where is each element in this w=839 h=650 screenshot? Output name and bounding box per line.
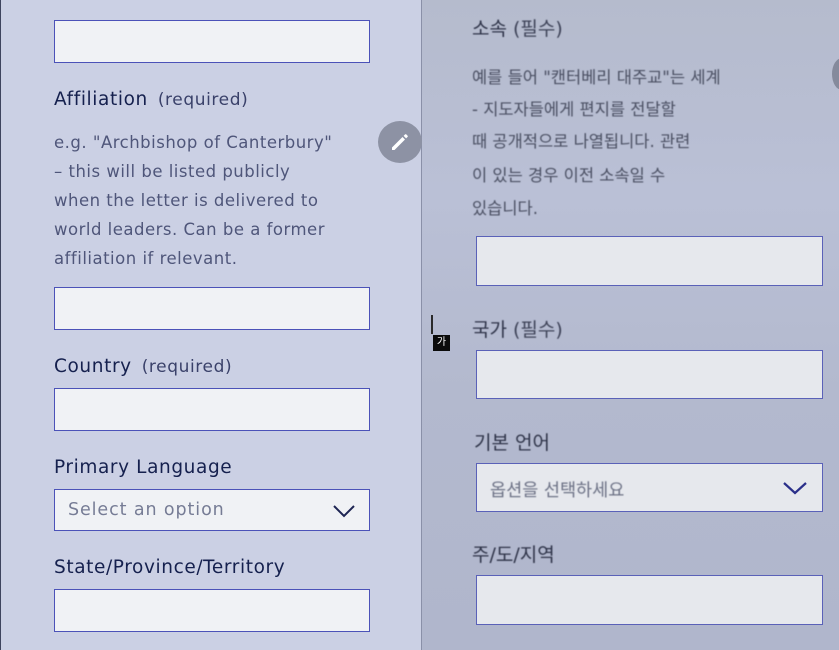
korean-help-line-3: 때 공개적으로 나열됩니다. 관련 xyxy=(472,132,691,151)
primary-language-select[interactable]: Select an option xyxy=(54,489,370,531)
edit-button[interactable] xyxy=(378,121,422,163)
primary-language-label: Primary Language xyxy=(54,457,233,478)
korean-affiliation-input[interactable] xyxy=(476,236,823,286)
korean-country-input[interactable] xyxy=(476,350,823,399)
country-required-tag: (required) xyxy=(141,357,233,377)
state-input[interactable] xyxy=(54,589,370,632)
korean-primary-language-select[interactable]: 옵션을 선택하세요 xyxy=(476,463,823,512)
affiliation-required-tag: (required) xyxy=(157,90,249,110)
country-label-text: Country xyxy=(54,356,132,377)
korean-form-pane: 소속 (필수) 예를 들어 "캔터베리 대주교"는 세계 - 지도자들에게 편지를… xyxy=(422,0,839,650)
affiliation-help-line-4: world leaders. Can be a former xyxy=(54,220,325,239)
ime-indicator: 가 xyxy=(433,335,450,351)
pencil-icon xyxy=(392,134,408,150)
country-input[interactable] xyxy=(54,388,370,431)
korean-primary-language-label: 기본 언어 xyxy=(474,432,550,454)
korean-chevron-down-icon xyxy=(783,482,807,495)
korean-help-line-1: 예를 들어 "캔터베리 대주교"는 세계 xyxy=(472,68,721,87)
affiliation-help-line-2: – this will be listed publicly xyxy=(54,162,291,181)
korean-affiliation-required-tag: (필수) xyxy=(512,18,563,40)
affiliation-help-line-5: affiliation if relevant. xyxy=(54,249,238,268)
korean-state-label: 주/도/지역 xyxy=(472,544,555,566)
previous-text-field[interactable] xyxy=(54,20,370,63)
korean-state-input[interactable] xyxy=(476,575,823,625)
affiliation-help-line-3: when the letter is delivered to xyxy=(54,191,319,210)
english-form-pane: Affiliation (required) e.g. "Archbishop o… xyxy=(0,0,421,650)
korean-help-line-5: 있습니다. xyxy=(472,199,538,218)
korean-help-line-2: - 지도자들에게 편지를 전달할 xyxy=(472,100,676,119)
affiliation-label: Affiliation (required) xyxy=(54,89,248,110)
korean-primary-language-placeholder: 옵션을 선택하세요 xyxy=(490,481,625,501)
korean-affiliation-label: 소속 (필수) xyxy=(472,14,563,41)
korean-affiliation-label-text: 소속 xyxy=(472,18,507,40)
primary-language-placeholder: Select an option xyxy=(68,500,225,520)
korean-help-line-4: 이 있는 경우 이전 소속일 수 xyxy=(472,166,666,185)
korean-country-required-tag: (필수) xyxy=(512,319,563,341)
affiliation-help-line-1: e.g. "Archbishop of Canterbury" xyxy=(54,133,333,152)
korean-country-label-text: 국가 xyxy=(472,319,507,341)
korean-country-label: 국가 (필수) xyxy=(472,315,563,342)
text-cursor xyxy=(431,315,433,334)
country-label: Country (required) xyxy=(54,356,232,377)
affiliation-input[interactable] xyxy=(54,287,370,330)
chevron-down-icon xyxy=(333,505,355,518)
state-label: State/Province/Territory xyxy=(54,557,286,578)
affiliation-label-text: Affiliation xyxy=(54,89,148,110)
